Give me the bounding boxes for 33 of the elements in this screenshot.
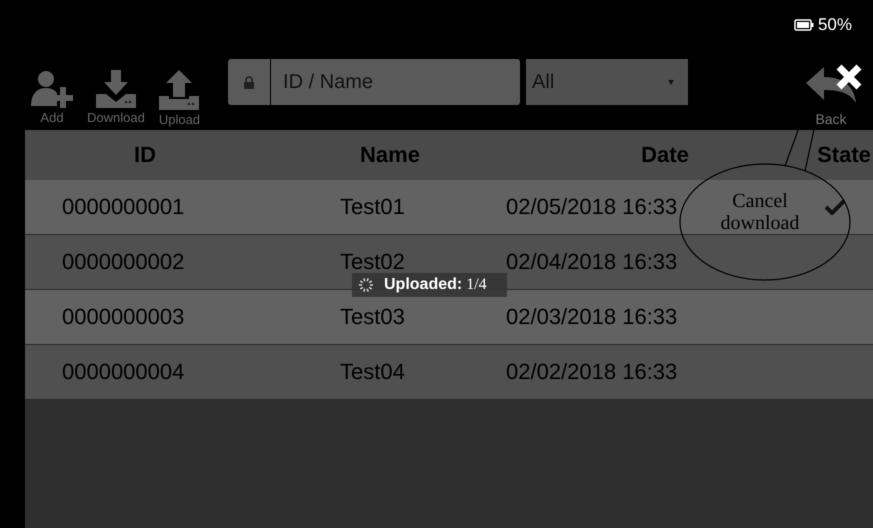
table-row[interactable]: 0000000004 Test04 02/02/2018 16:33 (25, 345, 873, 400)
table-cell: 02/05/2018 16:33 (506, 194, 678, 220)
table-cell-text: Test03 (339, 304, 406, 330)
table-cell-text: 0000000001 (61, 194, 186, 220)
download-icon (96, 70, 136, 108)
column-header: Name (359, 142, 421, 168)
spinner-icon (358, 277, 374, 293)
table-cell-text: Test01 (339, 194, 406, 220)
close-icon[interactable] (834, 62, 864, 92)
battery-level: 50% (818, 15, 852, 35)
battery-icon (794, 19, 814, 31)
table-cell: 02/02/2018 16:33 (506, 359, 678, 385)
toolbar-button[interactable]: Add (29, 70, 75, 127)
upload-icon (159, 70, 200, 110)
caret-icon (668, 80, 674, 84)
table-cell: 02/04/2018 16:33 (506, 249, 678, 275)
table-cell-text: 0000000003 (61, 304, 186, 330)
column-header: State (816, 142, 872, 168)
table-cell-text: 0000000004 (61, 359, 186, 385)
toolbar-button[interactable]: Download (85, 70, 147, 127)
callout-text: Cancel download (720, 190, 800, 234)
table-cell-text: Test04 (339, 359, 406, 385)
add-person-icon (31, 70, 73, 108)
table-cell: 02/03/2018 16:33 (506, 304, 678, 330)
table-cell-text: 0000000002 (61, 249, 186, 275)
toolbar-button[interactable]: Upload (156, 70, 202, 127)
column-header: Date (640, 142, 690, 168)
column-header: ID (133, 142, 157, 168)
upload-toast: Uploaded: 1/4 (352, 273, 507, 297)
lock-icon (244, 76, 254, 88)
filter-dropdown[interactable]: All (526, 59, 688, 105)
search-field[interactable]: ID / Name (271, 59, 520, 105)
table-cell-text: Test02 (339, 249, 406, 275)
